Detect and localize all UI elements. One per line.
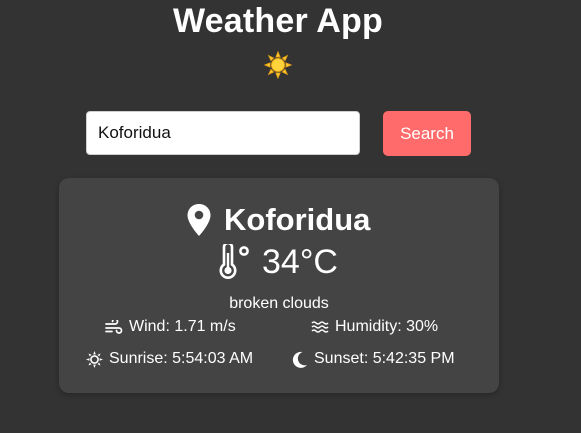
weather-app: Weather App Search Koforidua [0, 0, 581, 433]
sun-icon [264, 51, 292, 79]
wind-stat: Wind: 1.71 m/s [105, 317, 236, 337]
location-row: Koforidua [186, 200, 370, 240]
sunrise-label: Sunrise: 5:54:03 AM [109, 350, 254, 367]
search-button[interactable]: Search [383, 111, 471, 156]
sunrise-stat: Sunrise: 5:54:03 AM [86, 349, 253, 369]
sun-icon [86, 350, 103, 368]
weather-description: broken clouds [229, 295, 329, 312]
temperature-value: 34°C [262, 243, 338, 281]
humidity-label: Humidity: 30% [335, 318, 439, 335]
water-waves-icon [311, 321, 329, 333]
humidity-stat: Humidity: 30% [311, 317, 438, 337]
sunset-label: Sunset: 5:42:35 PM [314, 350, 455, 367]
thermometer-icon [219, 244, 249, 279]
sunset-stat: Sunset: 5:42:35 PM [292, 349, 455, 369]
city-name: Koforidua [224, 202, 371, 237]
app-title: Weather App [172, 2, 383, 40]
temperature-row: 34°C [215, 240, 338, 284]
city-search-input[interactable] [86, 111, 360, 155]
map-pin-icon [187, 204, 211, 236]
wind-label: Wind: 1.71 m/s [129, 318, 236, 335]
wind-icon [105, 320, 123, 334]
moon-icon [292, 351, 307, 368]
